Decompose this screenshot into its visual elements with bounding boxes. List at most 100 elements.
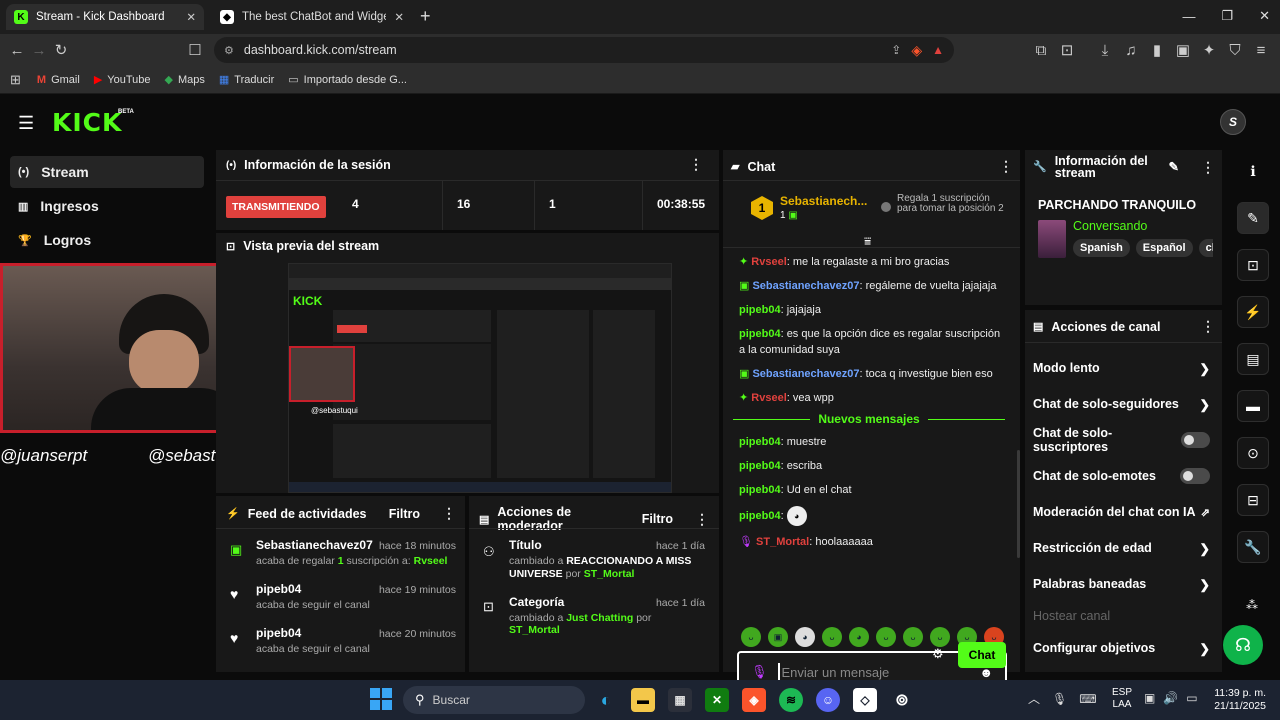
- close-icon[interactable]: ✕: [394, 10, 404, 24]
- modactions-filter-button[interactable]: Filtro: [642, 512, 673, 526]
- feed-user[interactable]: pipeb04: [256, 582, 301, 596]
- edit-icon[interactable]: ✎: [1169, 161, 1179, 174]
- action-restriccion-edad[interactable]: Restricción de edad ❯: [1025, 530, 1222, 566]
- bookmark-gmail[interactable]: M Gmail: [37, 74, 80, 86]
- obs-icon[interactable]: ⊚: [890, 688, 914, 712]
- wallet-icon[interactable]: ▣: [1172, 41, 1194, 59]
- more-options-icon[interactable]: ⋮: [442, 505, 456, 522]
- close-icon[interactable]: ✕: [186, 10, 196, 24]
- broadcast-icon[interactable]: ⊙: [1237, 437, 1269, 469]
- action-solo-seguidores[interactable]: Chat de solo-seguidores ❯: [1025, 386, 1222, 422]
- tag[interactable]: Spanish: [1073, 239, 1130, 257]
- feed-user[interactable]: Sebastianechavez07: [256, 538, 373, 552]
- chat-scrollbar[interactable]: [1017, 450, 1020, 558]
- stream-preview-video[interactable]: KICK @sebastuqui: [288, 263, 672, 493]
- rewards-icon[interactable]: ▲: [932, 43, 944, 57]
- notes-icon[interactable]: ▤: [1237, 343, 1269, 375]
- share-icon[interactable]: ⇪: [891, 43, 901, 57]
- emote-icon[interactable]: ◕: [849, 627, 869, 647]
- action-solo-emotes[interactable]: Chat de solo-emotes: [1025, 458, 1222, 494]
- support-headset-icon[interactable]: ☊: [1223, 625, 1263, 665]
- download-icon[interactable]: ⤓: [1094, 42, 1116, 59]
- tag[interactable]: chi: [1198, 239, 1213, 257]
- menu-icon[interactable]: ≡: [1250, 42, 1272, 59]
- more-options-icon[interactable]: ⋮: [1201, 160, 1215, 174]
- more-options-icon[interactable]: ⋮: [1201, 318, 1215, 335]
- close-window-icon[interactable]: ✕: [1259, 8, 1270, 24]
- translate-icon[interactable]: ⊡: [1056, 41, 1078, 59]
- chevron-up-icon[interactable]: ︿: [1028, 690, 1040, 707]
- bookmark-traducir[interactable]: ▦ Traducir: [219, 73, 274, 87]
- apps-grid-icon[interactable]: ⊞: [10, 72, 21, 88]
- action-configurar-objetivos[interactable]: Configurar objetivos ❯: [1025, 630, 1222, 666]
- action-moderacion-ia[interactable]: Moderación del chat con IA ⇗: [1025, 494, 1222, 530]
- tab-kick-dashboard[interactable]: K Stream - Kick Dashboard ✕: [6, 4, 204, 30]
- keyboard-icon[interactable]: ⌨: [1079, 692, 1096, 706]
- send-chat-button[interactable]: Chat: [958, 642, 1006, 668]
- edit-stream-icon[interactable]: ✎: [1237, 202, 1269, 234]
- avatar[interactable]: S: [1220, 109, 1246, 135]
- back-icon[interactable]: ←: [6, 42, 28, 59]
- file-explorer-icon[interactable]: ▬: [631, 688, 655, 712]
- emote-icon[interactable]: ᴗ: [903, 627, 923, 647]
- edge-icon[interactable]: ◐: [594, 688, 618, 712]
- bolt-icon[interactable]: ⚡: [1237, 296, 1269, 328]
- site-info-icon[interactable]: ⚙: [224, 44, 234, 57]
- extensions-icon[interactable]: ⧉: [1030, 42, 1052, 59]
- bookmark-icon[interactable]: ☐: [184, 41, 206, 59]
- media-icon[interactable]: ♫: [1120, 42, 1142, 59]
- store-icon[interactable]: ▦: [668, 688, 692, 712]
- taskbar-search[interactable]: ⚲ Buscar: [403, 686, 585, 714]
- bookmark-folder[interactable]: ▭ Importado desde G...: [288, 73, 407, 87]
- forward-icon[interactable]: →: [28, 42, 50, 59]
- action-solo-suscriptores[interactable]: Chat de solo-suscriptores: [1025, 422, 1222, 458]
- connections-icon[interactable]: ⁂: [1246, 598, 1258, 612]
- address-bar[interactable]: ⚙ dashboard.kick.com/stream ⇪ ◈ ▲: [214, 37, 954, 63]
- reload-icon[interactable]: ↻: [50, 41, 72, 59]
- action-modo-lento[interactable]: Modo lento ❯: [1025, 350, 1222, 386]
- microphone-icon[interactable]: 🎙: [1052, 692, 1067, 706]
- category-name[interactable]: Conversando: [1073, 219, 1147, 233]
- wrench-icon[interactable]: 🔧: [1237, 531, 1269, 563]
- quick-settings[interactable]: ▣ 🔊 ▭: [1144, 691, 1198, 705]
- clock[interactable]: 11:39 p. m. 21/11/2025: [1212, 687, 1266, 713]
- tab-chatbot[interactable]: ◆ The best ChatBot and Widgets for Kic ✕: [212, 4, 412, 30]
- sidebar-item-ingresos[interactable]: ▥ Ingresos: [10, 190, 204, 222]
- emote-icon[interactable]: ▣: [768, 627, 788, 647]
- emote-icon[interactable]: ᴗ: [741, 627, 761, 647]
- brave-icon[interactable]: ◈: [742, 688, 766, 712]
- tag[interactable]: Español: [1135, 239, 1193, 257]
- sidebar-item-logros[interactable]: 🏆 Logros: [10, 224, 204, 256]
- windows-start-icon[interactable]: [370, 688, 392, 710]
- brave-shield-icon[interactable]: ◈: [911, 42, 922, 59]
- more-options-icon[interactable]: ⋮: [695, 511, 709, 528]
- feed-user[interactable]: pipeb04: [256, 626, 301, 640]
- restore-icon[interactable]: ❐: [1221, 8, 1233, 24]
- top-gifter-name[interactable]: Sebastianech...: [780, 194, 867, 208]
- action-palabras-baneadas[interactable]: Palabras baneadas ❯: [1025, 566, 1222, 602]
- info-icon[interactable]: ℹ: [1237, 155, 1269, 187]
- discord-icon[interactable]: ☺: [816, 688, 840, 712]
- screen-capture-icon[interactable]: ⊡: [1237, 249, 1269, 281]
- sidebar-item-stream[interactable]: (•) Stream: [10, 156, 204, 188]
- feed-filter-button[interactable]: Filtro: [389, 507, 420, 521]
- microphone-icon[interactable]: 🎙: [751, 664, 768, 680]
- vpn-icon[interactable]: ⛉: [1224, 42, 1246, 59]
- emote-icon[interactable]: ᴗ: [876, 627, 896, 647]
- minimize-icon[interactable]: —: [1182, 9, 1195, 24]
- bookmark-youtube[interactable]: ▶ YouTube: [94, 73, 151, 87]
- chat-bubble-icon[interactable]: ▬: [1237, 390, 1269, 422]
- more-options-icon[interactable]: ⋮: [689, 156, 703, 173]
- more-options-icon[interactable]: ⋮: [999, 158, 1013, 175]
- leo-icon[interactable]: ✦: [1198, 41, 1220, 59]
- new-tab-button[interactable]: +: [420, 6, 431, 27]
- emote-icon[interactable]: ᴗ: [930, 627, 950, 647]
- mod-view-icon[interactable]: ⊟: [1237, 484, 1269, 516]
- emote-icon[interactable]: ᴗ: [822, 627, 842, 647]
- xbox-icon[interactable]: ✕: [705, 688, 729, 712]
- spotify-icon[interactable]: ≋: [779, 688, 803, 712]
- bookmark-maps[interactable]: ◆ Maps: [165, 73, 205, 87]
- sidebar-icon[interactable]: ▮: [1146, 41, 1168, 59]
- roblox-icon[interactable]: ◇: [853, 688, 877, 712]
- language-indicator[interactable]: ESP LAA: [1112, 687, 1132, 711]
